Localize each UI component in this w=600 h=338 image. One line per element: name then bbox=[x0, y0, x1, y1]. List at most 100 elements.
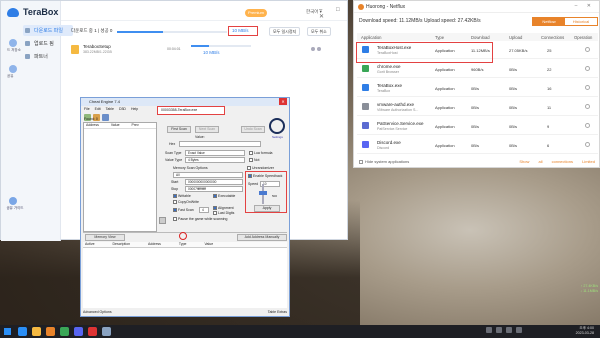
storage-icon[interactable] bbox=[9, 39, 17, 47]
alignment-radio[interactable]: Alignment bbox=[213, 206, 234, 210]
next-scan-button[interactable]: Next Scan bbox=[195, 126, 219, 133]
undo-scan-button[interactable]: Undo Scan bbox=[241, 126, 265, 133]
address-list[interactable] bbox=[83, 248, 287, 308]
col-upload: Upload bbox=[509, 35, 523, 40]
stop-icon[interactable] bbox=[179, 232, 187, 240]
tab-netflow[interactable]: Netflow bbox=[533, 18, 565, 25]
value-input[interactable] bbox=[179, 141, 261, 147]
start-address-input[interactable]: 0000000000000000 bbox=[185, 179, 243, 185]
enable-speedhack-checkbox[interactable]: Enable Speedhack bbox=[248, 174, 282, 178]
app-connections: 22 bbox=[547, 67, 552, 72]
memory-region-select[interactable]: All bbox=[173, 172, 243, 178]
tray-icon[interactable] bbox=[486, 327, 492, 333]
more-icon[interactable] bbox=[585, 66, 590, 71]
more-icon[interactable] bbox=[585, 123, 590, 128]
share-label: 공유 bbox=[7, 74, 14, 78]
battery-icon[interactable] bbox=[516, 327, 522, 333]
close-icon[interactable] bbox=[317, 47, 321, 51]
taskbar-app-icon[interactable] bbox=[18, 327, 27, 336]
nav-item-partner[interactable]: 파트너 bbox=[23, 51, 73, 62]
taskbar-app-icon[interactable] bbox=[102, 327, 111, 336]
taskbar-app-icon[interactable] bbox=[32, 327, 41, 336]
add-address-button[interactable]: Add Address Manually bbox=[237, 234, 287, 241]
premium-button[interactable]: Premium bbox=[245, 9, 267, 17]
fast-scan-input[interactable]: 4 bbox=[199, 207, 209, 213]
table-extras-link[interactable]: Table Extras bbox=[268, 310, 287, 314]
nav-item-uploaded[interactable]: 업로드 됨 bbox=[23, 38, 73, 49]
taskbar-app-icon[interactable] bbox=[88, 327, 97, 336]
not-checkbox[interactable]: Not bbox=[249, 158, 259, 162]
settings-link[interactable]: Settings bbox=[272, 135, 283, 139]
speed-slider-knob[interactable] bbox=[259, 191, 267, 195]
menu-edit[interactable]: Edit bbox=[95, 107, 101, 111]
window-controls[interactable]: – ✕ bbox=[575, 3, 595, 9]
more-icon[interactable] bbox=[585, 142, 590, 147]
limited-link[interactable]: Limited bbox=[582, 159, 595, 164]
menu-help[interactable]: Help bbox=[131, 107, 138, 111]
menu-file[interactable]: File bbox=[84, 107, 90, 111]
app-row[interactable]: chrome.exe Gorit Browser Application 960B/s… bbox=[357, 61, 598, 78]
enable-speedhack-label: Enable Speedhack bbox=[253, 174, 283, 178]
stop-address-input[interactable]: 00007fffffffffff bbox=[185, 186, 243, 192]
guide-icon[interactable] bbox=[9, 197, 17, 205]
window-controls[interactable]: – □ ✕ bbox=[319, 7, 347, 20]
share-icon[interactable] bbox=[9, 65, 17, 73]
app-name: Discord.exe bbox=[377, 140, 401, 145]
pointer-scan-icon[interactable] bbox=[159, 217, 166, 224]
copy-on-write-checkbox[interactable]: CopyOnWrite bbox=[173, 200, 199, 204]
app-upload: 0B/s bbox=[509, 124, 518, 129]
app-publisher: VMware Authorization S... bbox=[377, 108, 419, 112]
scan-results-list[interactable]: Address Value Prev bbox=[83, 122, 157, 232]
hide-system-checkbox[interactable] bbox=[359, 159, 363, 164]
executable-checkbox[interactable]: Executable bbox=[213, 194, 235, 198]
ce-titlebar: Cheat Engine 7.4 ✕ bbox=[81, 98, 289, 106]
network-icon[interactable] bbox=[496, 327, 502, 333]
app-row[interactable]: Discord.exe Discord Application 0B/s 0B/s 6 bbox=[357, 137, 598, 154]
app-upload: 0B/s bbox=[509, 86, 518, 91]
taskbar-app-icon[interactable] bbox=[74, 327, 83, 336]
file-actions[interactable] bbox=[311, 47, 327, 52]
more-icon[interactable] bbox=[585, 85, 590, 90]
more-icon[interactable] bbox=[585, 47, 590, 52]
save-icon[interactable] bbox=[102, 113, 109, 121]
first-scan-button[interactable]: First Scan bbox=[167, 126, 191, 133]
lua-formula-label: Lua formula bbox=[254, 151, 273, 155]
app-upload: 0B/s bbox=[509, 143, 518, 148]
last-digits-radio[interactable]: Last Digits bbox=[213, 211, 234, 215]
pause-all-button[interactable]: 모두 일시정지 bbox=[269, 27, 301, 36]
lua-formula-checkbox[interactable]: Lua formula bbox=[249, 151, 272, 155]
menu-table[interactable]: Table bbox=[106, 107, 114, 111]
memory-view-button[interactable]: Memory View bbox=[85, 234, 125, 241]
clock[interactable]: 오후 4:00 2023-03-28 bbox=[576, 326, 594, 336]
app-row[interactable]: PatService.Service.exe PatService.Service… bbox=[357, 118, 598, 135]
nav-item-downloads[interactable]: 다운로드 파일 bbox=[23, 25, 73, 36]
download-list-item[interactable]: TeraboxSetup 383.22MB/1.22GB 00:04:01 10… bbox=[71, 43, 339, 57]
start-icon[interactable] bbox=[4, 328, 11, 335]
cancel-all-button[interactable]: 모두 취소 bbox=[307, 27, 331, 36]
download-icon bbox=[25, 28, 30, 33]
cheat-engine-logo[interactable] bbox=[269, 118, 285, 134]
tab-historical[interactable]: Historical bbox=[565, 18, 597, 25]
partner-icon bbox=[25, 54, 30, 59]
unrandomizer-checkbox[interactable]: Unrandomizer bbox=[247, 166, 274, 170]
app-icon bbox=[362, 65, 369, 72]
value-type-select[interactable]: 4 Bytes bbox=[185, 157, 245, 163]
app-row[interactable]: TeraBox.exe TeraBox Application 0B/s 0B/s 16 bbox=[357, 80, 598, 97]
fast-scan-checkbox[interactable]: Fast Scan bbox=[173, 208, 194, 212]
pause-icon[interactable] bbox=[311, 47, 315, 51]
writable-checkbox[interactable]: Writable bbox=[173, 194, 191, 198]
menu-d3d[interactable]: D3D bbox=[119, 107, 126, 111]
apply-button[interactable]: Apply bbox=[254, 205, 280, 212]
pause-game-checkbox[interactable]: Pause the game while scanning bbox=[173, 217, 227, 221]
taskbar-app-icon[interactable] bbox=[46, 327, 55, 336]
taskbar-app-icon[interactable] bbox=[60, 327, 69, 336]
scan-type-select[interactable]: Exact Value bbox=[185, 150, 245, 156]
show-all-connections-link[interactable]: Show all connections bbox=[519, 159, 573, 164]
more-icon[interactable] bbox=[585, 104, 590, 109]
pause-game-label: Pause the game while scanning bbox=[178, 217, 228, 221]
close-icon[interactable]: ✕ bbox=[279, 98, 287, 105]
sidebar-icon-column: 드 저장소 공유 bbox=[7, 39, 21, 91]
advanced-options-link[interactable]: Advanced Options bbox=[83, 310, 112, 314]
app-row[interactable]: vmware-authd.exe VMware Authorization S..… bbox=[357, 99, 598, 116]
volume-icon[interactable] bbox=[506, 327, 512, 333]
